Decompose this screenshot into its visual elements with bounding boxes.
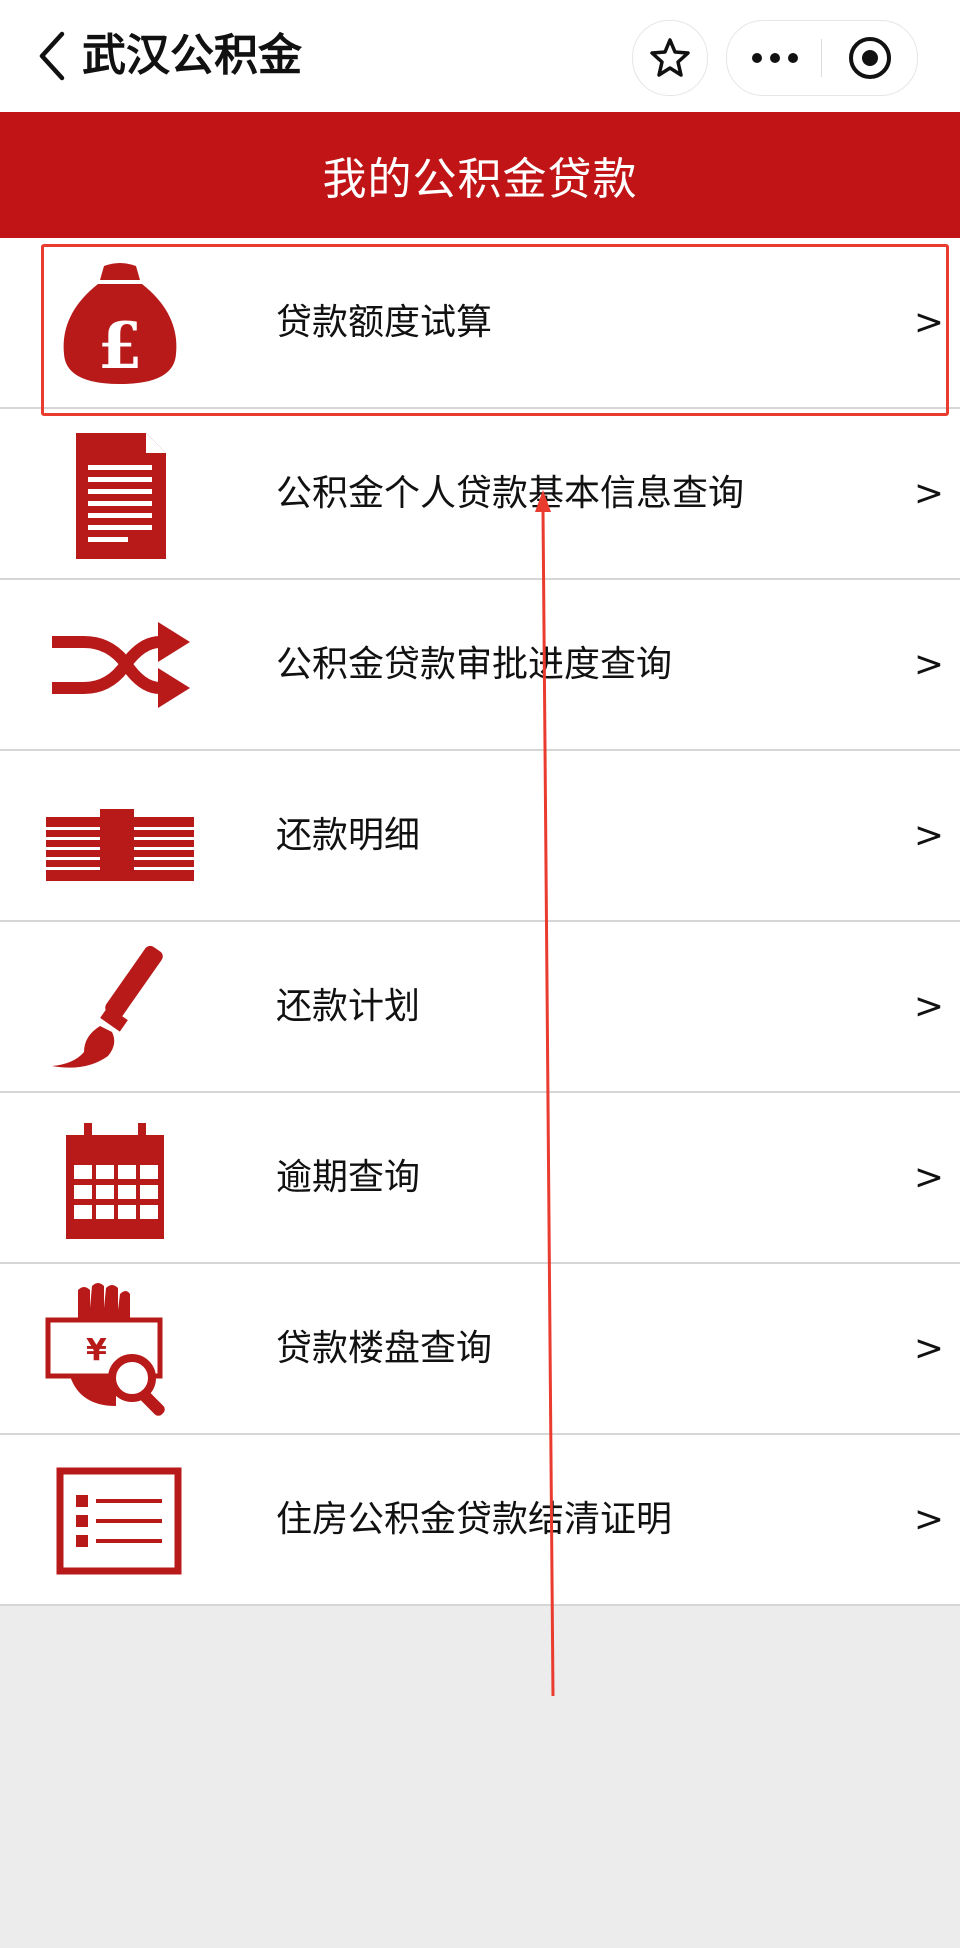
favorite-button[interactable] — [632, 20, 708, 96]
app-title: 武汉公积金 — [82, 30, 302, 81]
banner-title: 我的公积金贷款 — [322, 154, 638, 205]
menu-item-label: 逾期查询 — [276, 1157, 421, 1198]
menu-list: £ 贷款额度试算 > 公积金个人贷款基本信息查询 > 公积金贷款审批进度查询 >… — [0, 238, 960, 1606]
cash-stack-icon — [40, 769, 200, 904]
target-icon — [849, 37, 891, 79]
menu-item-repayment-details[interactable]: 还款明细 > — [0, 751, 960, 922]
menu-item-label: 公积金个人贷款基本信息查询 — [276, 473, 745, 514]
list-icon — [40, 1453, 200, 1588]
menu-item-label: 住房公积金贷款结清证明 — [276, 1499, 673, 1540]
money-bag-icon: £ — [40, 256, 200, 391]
chevron-right-icon: > — [913, 473, 944, 514]
menu-item-basic-info[interactable]: 公积金个人贷款基本信息查询 > — [0, 409, 960, 580]
menu-item-label: 还款明细 — [276, 815, 421, 856]
star-icon — [650, 38, 690, 77]
top-nav-bar: 武汉公积金 — [0, 0, 960, 112]
document-icon — [40, 427, 200, 562]
brush-icon — [40, 940, 200, 1075]
close-button[interactable] — [823, 21, 917, 95]
menu-item-label: 贷款楼盘查询 — [276, 1328, 493, 1369]
search-money-icon: ¥ — [40, 1282, 200, 1417]
shuffle-icon — [40, 598, 200, 733]
menu-item-loan-calculator[interactable]: £ 贷款额度试算 > — [0, 238, 960, 409]
capsule-menu — [726, 20, 918, 96]
menu-item-settlement-certificate[interactable]: 住房公积金贷款结清证明 > — [0, 1435, 960, 1606]
back-button[interactable] — [34, 30, 74, 82]
svg-text:£: £ — [98, 309, 143, 384]
menu-item-approval-progress[interactable]: 公积金贷款审批进度查询 > — [0, 580, 960, 751]
calendar-icon — [40, 1111, 200, 1246]
chevron-right-icon: > — [913, 302, 944, 343]
chevron-right-icon: > — [913, 1157, 944, 1198]
menu-item-property-query[interactable]: ¥ 贷款楼盘查询 > — [0, 1264, 960, 1435]
menu-item-repayment-plan[interactable]: 还款计划 > — [0, 922, 960, 1093]
svg-text:¥: ¥ — [86, 1333, 107, 1368]
chevron-right-icon: > — [913, 644, 944, 685]
more-icon — [751, 53, 798, 63]
chevron-right-icon: > — [913, 815, 944, 856]
menu-item-label: 还款计划 — [276, 986, 421, 1027]
page-banner: 我的公积金贷款 — [0, 112, 960, 238]
back-icon — [39, 31, 65, 81]
more-button[interactable] — [727, 21, 822, 95]
menu-item-overdue-query[interactable]: 逾期查询 > — [0, 1093, 960, 1264]
menu-item-label: 公积金贷款审批进度查询 — [276, 644, 673, 685]
chevron-right-icon: > — [913, 986, 944, 1027]
chevron-right-icon: > — [913, 1499, 944, 1540]
chevron-right-icon: > — [913, 1328, 944, 1369]
capsule-divider — [821, 39, 822, 77]
menu-item-label: 贷款额度试算 — [276, 302, 493, 343]
